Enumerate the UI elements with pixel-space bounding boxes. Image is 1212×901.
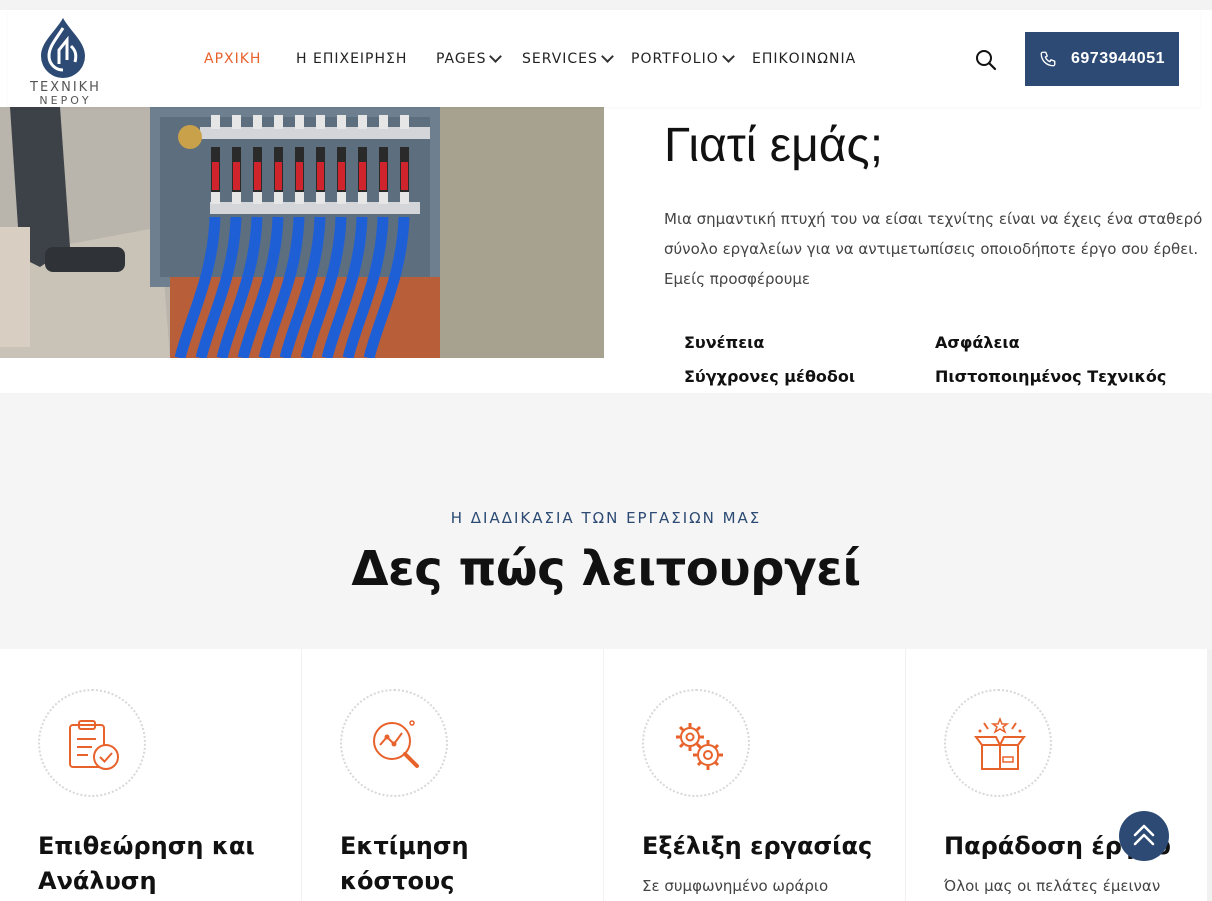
gears-icon [676,723,723,770]
feature-consistency: Συνέπεια [684,333,765,352]
why-us-text: Μια σημαντική πτυχή του να είσαι τεχνίτη… [664,210,1203,288]
nav-label: SERVICES [522,51,598,67]
icon-circle [38,689,146,797]
nav-item-contact[interactable]: ΕΠΙΚΟΙΝΩΝΙΑ [752,51,856,67]
phone-call-button[interactable]: 6973944051 [1025,32,1179,86]
search-icon [976,50,997,71]
feature-modern-methods: Σύγχρονες μέθοδοι [684,367,856,386]
top-strip [0,0,1212,10]
nav-item-services[interactable]: SERVICES [522,50,614,67]
box-stars-icon [974,717,1026,770]
chevron-down-icon [721,50,735,63]
logo-text-line1: ΤΕΧΝΙΚΗ [30,80,101,95]
nav-item-portfolio[interactable]: PORTFOLIO [631,50,735,67]
logo-text-line2: ΝΕΡΟΥ [39,94,92,107]
card-title: Επιθεώρηση και Ανάλυση [38,832,255,895]
process-title: Δες πώς λειτουργεί [351,541,861,597]
nav-item-company[interactable]: Η ΕΠΙΧΕΙΡΗΣΗ [296,51,407,67]
site-header: ΤΕΧΝΙΚΗ ΝΕΡΟΥ ΑΡΧΙΚΗ Η ΕΠΙΧΕΙΡΗΣΗ PAGES … [8,10,1200,107]
process-card: Παράδοση έργου Όλοι μας οι πελάτες έμειν… [906,649,1207,901]
card-title: Εκτίμηση κόστους [340,832,469,895]
water-drop-logo-icon [41,18,85,78]
process-section: Η ΔΙΑΔΙΚΑΣΙΑ ΤΩΝ ΕΡΓΑΣΙΩΝ ΜΑΣ Δες πώς λε… [0,393,1212,649]
icon-circle [642,689,750,797]
process-cards: Επιθεώρηση και Ανάλυση Εκτίμηση κόστους [0,649,1212,901]
card-text: Όλοι μας οι πελάτες έμειναν [944,877,1161,895]
nav-item-pages[interactable]: PAGES [436,50,503,67]
process-card: Εξέλιξη εργασίας Σε συμφωνημένο ωράριο [604,649,905,901]
chevron-down-icon [489,50,503,63]
scroll-to-top-button[interactable] [1119,811,1169,861]
phone-icon [1040,51,1056,67]
search-button[interactable] [974,48,998,72]
nav-label: PORTFOLIO [631,51,719,67]
why-us-title: Γιατί εμάς; [664,119,884,172]
process-card: Επιθεώρηση και Ανάλυση [0,649,301,901]
manifold-photo [0,107,604,358]
card-title: Εξέλιξη εργασίας [642,832,873,860]
process-subtitle: Η ΔΙΑΔΙΚΑΣΙΑ ΤΩΝ ΕΡΓΑΣΙΩΝ ΜΑΣ [450,509,762,527]
icon-circle [944,689,1052,797]
nav-label: PAGES [436,51,487,67]
feature-certified-technician: Πιστοποιημένος Τεχνικός [935,367,1167,386]
phone-number: 6973944051 [1071,50,1165,67]
card-text: Σε συμφωνημένο ωράριο [642,877,829,895]
clipboard-check-icon [69,720,119,770]
logo[interactable]: ΤΕΧΝΙΚΗ ΝΕΡΟΥ [18,14,108,107]
process-card: Εκτίμηση κόστους [302,649,603,901]
nav-label: Η ΕΠΙΧΕΙΡΗΣΗ [296,51,408,67]
nav-item-home[interactable]: ΑΡΧΙΚΗ [204,51,261,67]
feature-safety: Ασφάλεια [935,333,1020,352]
magnifier-chart-icon [373,720,419,768]
nav-label: ΑΡΧΙΚΗ [204,51,262,67]
double-chevron-up-icon [1133,824,1155,846]
nav-label: ΕΠΙΚΟΙΝΩΝΙΑ [752,51,857,67]
chevron-down-icon [601,50,614,63]
icon-circle [340,689,448,797]
